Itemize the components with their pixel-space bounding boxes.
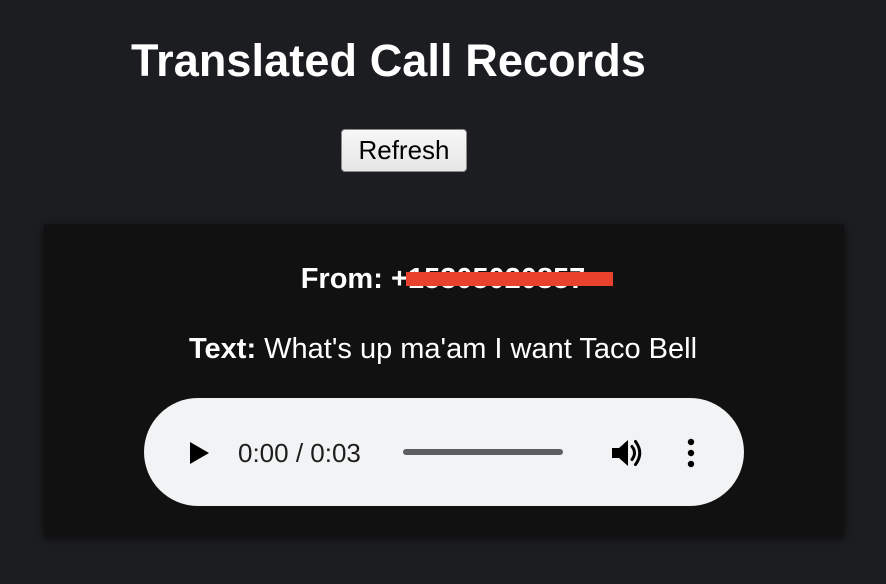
page: Translated Call Records Refresh From: +1… <box>0 0 886 584</box>
progress-slider[interactable] <box>403 449 563 455</box>
duration: 0:03 <box>310 438 361 468</box>
time-separator: / <box>288 438 311 468</box>
redaction-bar <box>405 272 614 286</box>
page-title: Translated Call Records <box>131 35 646 86</box>
text-line: Text: What's up ma'am I want Taco Bell <box>0 329 886 369</box>
time-display: 0:00 / 0:03 <box>238 436 361 470</box>
text-value: What's up ma'am I want Taco Bell <box>264 333 698 365</box>
from-number: 15305020857 <box>405 259 614 299</box>
from-line: From: +15305020857 <box>0 259 886 299</box>
current-time: 0:00 <box>238 438 289 468</box>
from-label: From: <box>300 263 383 295</box>
refresh-button[interactable]: Refresh <box>341 129 467 172</box>
more-vertical-icon[interactable] <box>680 436 702 470</box>
text-label: Text: <box>188 333 257 365</box>
volume-icon[interactable] <box>610 437 644 469</box>
play-icon[interactable] <box>187 441 211 465</box>
